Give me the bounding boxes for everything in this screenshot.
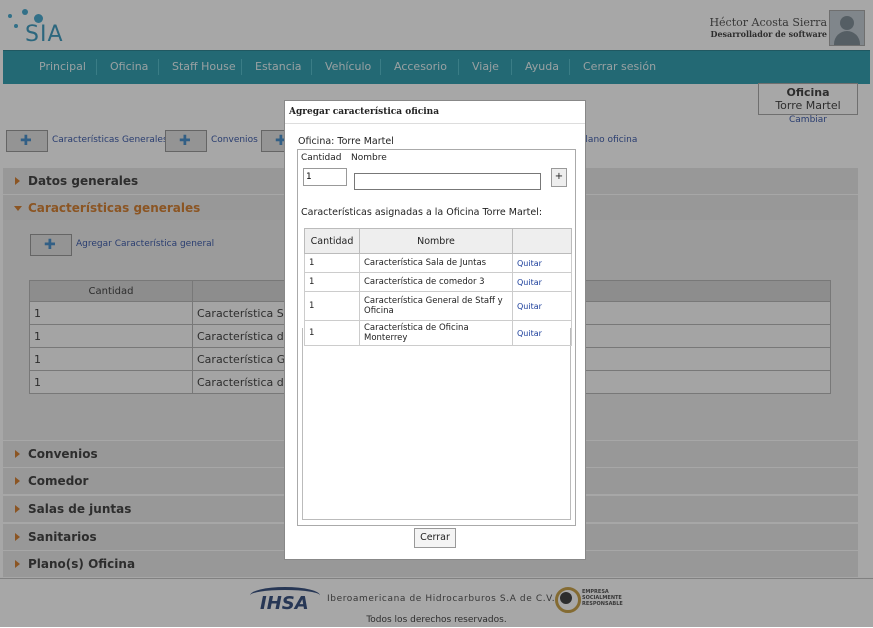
remove-link[interactable]: Quitar	[512, 320, 572, 346]
name-input[interactable]	[354, 173, 541, 190]
table-row: 1 Característica de Oficina Monterrey Qu…	[304, 320, 572, 346]
cell-qty: 1	[304, 291, 360, 321]
add-caracteristica-dialog: Agregar característica oficina Oficina: …	[284, 100, 586, 560]
table-row: 1 Característica Sala de Juntas Quitar	[304, 253, 572, 273]
name-label: Nombre	[351, 153, 387, 163]
cell-name: Característica de Oficina Monterrey	[359, 320, 513, 346]
dialog-title: Agregar característica oficina	[289, 107, 440, 117]
remove-link[interactable]: Quitar	[512, 291, 572, 321]
remove-link[interactable]: Quitar	[512, 253, 572, 273]
divider	[285, 123, 585, 124]
remove-link[interactable]: Quitar	[512, 272, 572, 292]
cell-qty: 1	[304, 320, 360, 346]
add-item-button[interactable]: +	[551, 168, 567, 187]
assigned-list-box	[302, 328, 571, 520]
table-row: 1 Característica General de Staff y Ofic…	[304, 291, 572, 321]
close-button[interactable]: Cerrar	[414, 528, 456, 548]
cell-qty: 1	[304, 253, 360, 273]
table-row: 1 Característica de comedor 3 Quitar	[304, 272, 572, 292]
assigned-heading: Características asignadas a la Oficina T…	[301, 207, 543, 218]
column-header-action	[512, 228, 572, 254]
cell-name: Característica de comedor 3	[359, 272, 513, 292]
office-name: Torre Martel	[337, 136, 394, 147]
qty-input[interactable]	[303, 168, 347, 186]
column-header-nombre: Nombre	[359, 228, 513, 254]
cell-qty: 1	[304, 272, 360, 292]
assigned-table: Cantidad Nombre 1 Característica Sala de…	[304, 228, 572, 346]
cell-name: Característica Sala de Juntas	[359, 253, 513, 273]
qty-label: Cantidad	[301, 153, 342, 163]
column-header-cantidad: Cantidad	[304, 228, 360, 254]
dialog-office-line: Oficina: Torre Martel	[298, 136, 394, 147]
cell-name: Característica General de Staff y Oficin…	[359, 291, 513, 321]
office-label: Oficina:	[298, 136, 335, 147]
